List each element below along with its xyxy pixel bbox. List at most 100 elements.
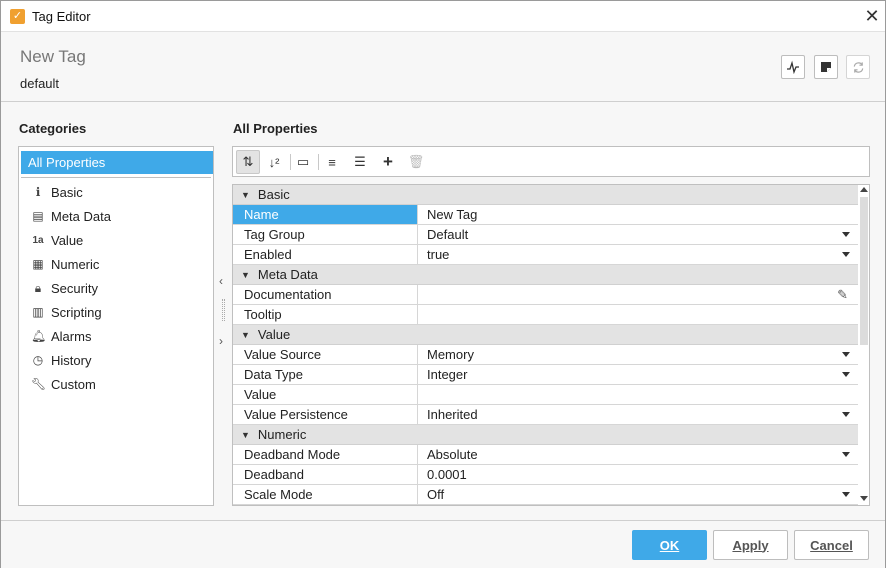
- app-icon: ✓: [10, 9, 25, 24]
- sort-categorized-button[interactable]: ⇅: [236, 150, 260, 174]
- property-row-value-source[interactable]: Value Source Memory: [233, 345, 858, 365]
- wrench-icon: 🔧︎: [31, 377, 47, 391]
- group-numeric[interactable]: ▼ Numeric: [233, 425, 858, 445]
- property-name: Value Persistence: [233, 405, 418, 424]
- collapse-all-button[interactable]: ☰: [348, 150, 372, 174]
- sort-alphabetical-button[interactable]: ↓²: [262, 150, 286, 174]
- expand-all-icon: ≡: [328, 154, 336, 170]
- collapse-caret-icon[interactable]: ▼: [241, 330, 250, 340]
- note-button[interactable]: [814, 55, 838, 79]
- property-value-dropdown[interactable]: Absolute: [418, 445, 858, 464]
- add-property-button[interactable]: +: [376, 150, 400, 174]
- category-numeric[interactable]: ▦ Numeric: [19, 252, 213, 276]
- property-name: Name: [233, 205, 418, 224]
- ok-button[interactable]: OK: [632, 530, 707, 560]
- category-custom[interactable]: 🔧︎ Custom: [19, 372, 213, 396]
- category-history[interactable]: ◷ History: [19, 348, 213, 372]
- collapse-left-icon[interactable]: ‹: [219, 274, 223, 288]
- refresh-icon: [853, 61, 863, 73]
- chevron-down-icon[interactable]: [842, 452, 850, 457]
- property-value-dropdown[interactable]: Memory: [418, 345, 858, 364]
- property-row-deadband-mode[interactable]: Deadband Mode Absolute: [233, 445, 858, 465]
- property-name: Data Type: [233, 365, 418, 384]
- chevron-down-icon[interactable]: [842, 252, 850, 257]
- sort-categorized-icon: ⇅: [242, 154, 254, 169]
- scrollbar-thumb[interactable]: [860, 197, 868, 345]
- apply-button[interactable]: Apply: [713, 530, 788, 560]
- refresh-button[interactable]: [846, 55, 870, 79]
- property-value: Default: [427, 227, 469, 242]
- pulse-icon: [787, 60, 799, 74]
- property-grid-scrollbar[interactable]: [859, 185, 869, 505]
- property-name: Value: [233, 385, 418, 404]
- category-security[interactable]: 🔒︎ Security: [19, 276, 213, 300]
- property-value-dropdown[interactable]: Off: [418, 485, 858, 504]
- property-row-tooltip[interactable]: Tooltip: [233, 305, 858, 325]
- group-label: Basic: [257, 187, 290, 202]
- category-label: Custom: [51, 376, 96, 392]
- cancel-button[interactable]: Cancel: [794, 530, 869, 560]
- chevron-down-icon[interactable]: [842, 352, 850, 357]
- category-all-properties[interactable]: All Properties: [21, 151, 213, 175]
- splitter-grip[interactable]: [222, 299, 225, 321]
- property-value[interactable]: [418, 385, 858, 404]
- category-scripting[interactable]: ▥ Scripting: [19, 300, 213, 324]
- collapse-caret-icon[interactable]: ▼: [241, 430, 250, 440]
- category-label: Numeric: [51, 256, 100, 272]
- chevron-down-icon[interactable]: [842, 492, 850, 497]
- group-label: Meta Data: [257, 267, 318, 282]
- property-row-data-type[interactable]: Data Type Integer: [233, 365, 858, 385]
- property-value-dropdown[interactable]: Default: [418, 225, 858, 244]
- property-row-deadband[interactable]: Deadband 0.0001: [233, 465, 858, 485]
- info-icon: ℹ: [35, 185, 41, 199]
- categories-heading: Categories: [19, 121, 87, 136]
- property-value-dropdown[interactable]: true: [418, 245, 858, 264]
- category-basic[interactable]: ℹ Basic: [19, 180, 213, 204]
- category-meta-data[interactable]: ▤ Meta Data: [19, 204, 213, 228]
- property-row-value[interactable]: Value: [233, 385, 858, 405]
- diagnostics-button[interactable]: [781, 55, 805, 79]
- delete-property-button[interactable]: 🗑︎: [404, 150, 428, 174]
- pencil-icon[interactable]: ✎: [837, 287, 848, 303]
- toolbar-separator: [318, 154, 319, 170]
- property-value[interactable]: ✎: [418, 285, 858, 304]
- collapse-caret-icon[interactable]: ▼: [241, 270, 250, 280]
- property-row-name[interactable]: Name New Tag: [233, 205, 858, 225]
- property-name: Documentation: [233, 285, 418, 304]
- group-meta-data[interactable]: ▼ Meta Data: [233, 265, 858, 285]
- property-value[interactable]: [418, 305, 858, 324]
- property-value[interactable]: New Tag: [418, 205, 858, 224]
- plus-icon: +: [383, 152, 393, 171]
- expand-all-button[interactable]: ≡: [320, 150, 344, 174]
- chevron-down-icon[interactable]: [842, 232, 850, 237]
- property-row-documentation[interactable]: Documentation ✎: [233, 285, 858, 305]
- property-row-scale-mode[interactable]: Scale Mode Off: [233, 485, 858, 505]
- panel-splitter[interactable]: ‹ ›: [215, 146, 231, 506]
- chevron-down-icon[interactable]: [842, 372, 850, 377]
- group-label: Numeric: [257, 427, 307, 442]
- property-grid: ▼ Basic Name New Tag Tag Group Default Enab…: [232, 184, 870, 506]
- property-value-dropdown[interactable]: Integer: [418, 365, 858, 384]
- lock-icon: 🔒︎: [34, 280, 42, 295]
- property-row-value-persistence[interactable]: Value Persistence Inherited: [233, 405, 858, 425]
- property-name: Value Source: [233, 345, 418, 364]
- close-icon[interactable]: ✕: [863, 7, 881, 25]
- property-value-dropdown[interactable]: Inherited: [418, 405, 858, 424]
- scroll-down-icon[interactable]: [860, 496, 868, 501]
- properties-heading: All Properties: [233, 121, 318, 136]
- calculator-icon: ▦: [32, 257, 44, 271]
- property-value[interactable]: 0.0001: [418, 465, 858, 484]
- chevron-down-icon[interactable]: [842, 412, 850, 417]
- property-value: true: [427, 247, 450, 262]
- property-row-tag-group[interactable]: Tag Group Default: [233, 225, 858, 245]
- scroll-up-icon[interactable]: [860, 187, 868, 192]
- group-basic[interactable]: ▼ Basic: [233, 185, 858, 205]
- expand-right-icon[interactable]: ›: [219, 334, 223, 348]
- group-value[interactable]: ▼ Value: [233, 325, 858, 345]
- collapse-caret-icon[interactable]: ▼: [241, 190, 250, 200]
- description-toggle-button[interactable]: ▭: [291, 150, 315, 174]
- category-value[interactable]: 1a Value: [19, 228, 213, 252]
- category-alarms[interactable]: 🔔︎ Alarms: [19, 324, 213, 348]
- property-row-enabled[interactable]: Enabled true: [233, 245, 858, 265]
- category-label: Security: [51, 280, 98, 296]
